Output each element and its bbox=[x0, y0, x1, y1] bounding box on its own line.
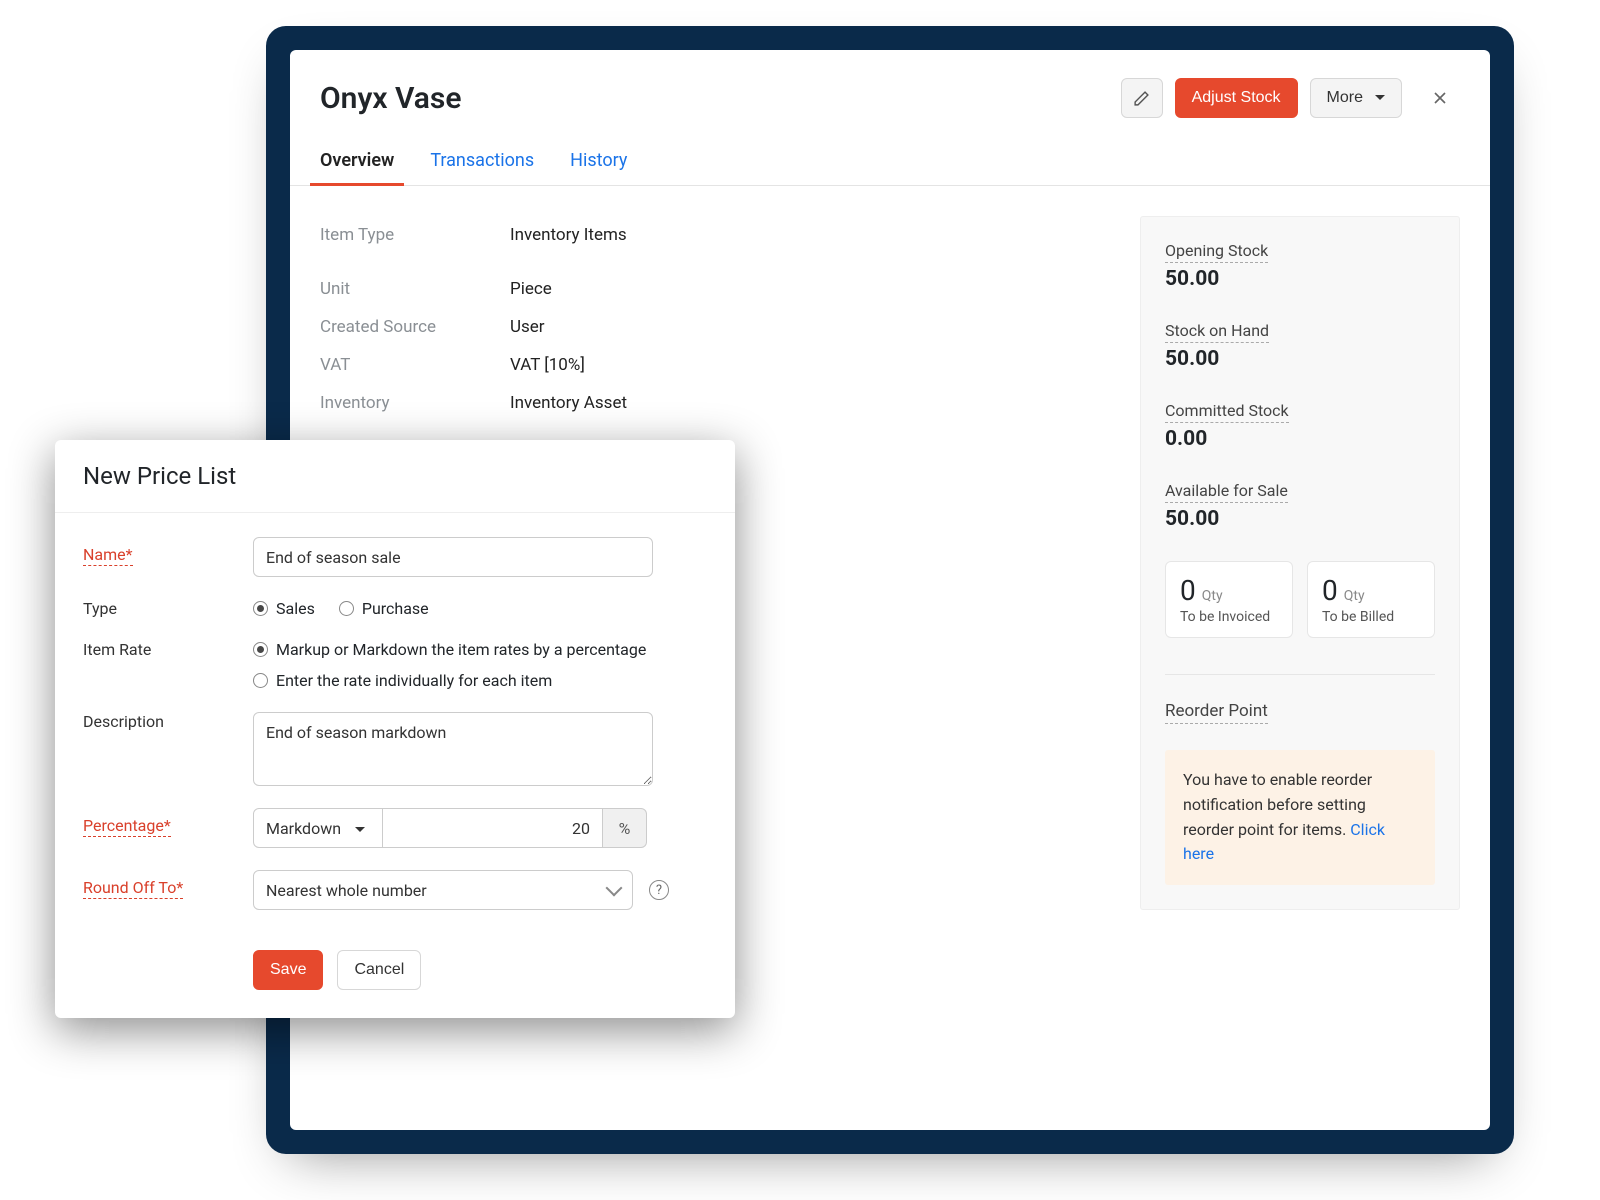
page-title: Onyx Vase bbox=[320, 81, 1109, 116]
description-textarea[interactable] bbox=[253, 712, 653, 786]
form-row-name: Name* bbox=[83, 537, 707, 577]
detail-value: User bbox=[510, 317, 545, 337]
detail-label: Unit bbox=[320, 279, 510, 299]
percentage-input[interactable] bbox=[383, 808, 603, 848]
reorder-notice-text: You have to enable reorder notification … bbox=[1183, 770, 1372, 839]
stock-label: Committed Stock bbox=[1165, 401, 1289, 423]
qty-unit: Qty bbox=[1344, 588, 1365, 604]
round-off-value: Nearest whole number bbox=[266, 881, 427, 900]
name-label: Name* bbox=[83, 545, 133, 566]
form-row-round-off: Round Off To* Nearest whole number ? bbox=[83, 870, 707, 910]
more-button[interactable]: More bbox=[1310, 78, 1402, 118]
reorder-notice: You have to enable reorder notification … bbox=[1165, 750, 1435, 885]
modal-body: Name* Type Sales Purchase bbox=[55, 513, 735, 940]
form-row-description: Description bbox=[83, 712, 707, 786]
detail-value: Piece bbox=[510, 279, 552, 299]
save-button[interactable]: Save bbox=[253, 950, 323, 990]
close-icon bbox=[1430, 88, 1450, 108]
stock-value: 50.00 bbox=[1165, 267, 1435, 291]
item-rate-label: Item Rate bbox=[83, 632, 151, 659]
round-off-select[interactable]: Nearest whole number bbox=[253, 870, 633, 910]
stock-column: Opening Stock 50.00 Stock on Hand 50.00 … bbox=[1140, 216, 1460, 910]
detail-row-item-type: Item Type Inventory Items bbox=[320, 216, 1110, 254]
close-button[interactable] bbox=[1420, 78, 1460, 118]
stock-value: 0.00 bbox=[1165, 427, 1435, 451]
detail-label: Inventory bbox=[320, 393, 510, 413]
round-off-label: Round Off To* bbox=[83, 878, 183, 899]
type-radio-purchase[interactable]: Purchase bbox=[339, 599, 429, 618]
detail-row-vat: VAT VAT [10%] bbox=[320, 346, 1110, 384]
stock-panel: Opening Stock 50.00 Stock on Hand 50.00 … bbox=[1140, 216, 1460, 910]
detail-label: Item Type bbox=[320, 225, 510, 245]
reorder-section: Reorder Point You have to enable reorder… bbox=[1165, 674, 1435, 885]
chevron-down-icon bbox=[606, 880, 623, 897]
qty-unit: Qty bbox=[1202, 588, 1223, 604]
stock-available: Available for Sale 50.00 bbox=[1165, 481, 1435, 531]
help-icon[interactable]: ? bbox=[649, 880, 669, 900]
qty-card-billed: 0 Qty To be Billed bbox=[1307, 561, 1435, 638]
stock-committed: Committed Stock 0.00 bbox=[1165, 401, 1435, 451]
qty-sublabel: To be Billed bbox=[1322, 609, 1420, 625]
form-row-item-rate: Item Rate Markup or Markdown the item ra… bbox=[83, 640, 707, 690]
cancel-button[interactable]: Cancel bbox=[337, 950, 421, 990]
radio-label: Sales bbox=[276, 599, 315, 618]
chevron-down-icon bbox=[349, 819, 365, 838]
form-row-type: Type Sales Purchase bbox=[83, 599, 707, 618]
qty-card-invoiced: 0 Qty To be Invoiced bbox=[1165, 561, 1293, 638]
percentage-mode-value: Markdown bbox=[266, 819, 341, 838]
reorder-title: Reorder Point bbox=[1165, 701, 1268, 724]
modal-title: New Price List bbox=[55, 440, 735, 513]
stock-label: Available for Sale bbox=[1165, 481, 1288, 503]
type-label: Type bbox=[83, 591, 117, 618]
stock-label: Opening Stock bbox=[1165, 241, 1268, 263]
type-radio-group: Sales Purchase bbox=[253, 599, 429, 618]
detail-value: Inventory Asset bbox=[510, 393, 627, 413]
detail-row-inventory: Inventory Inventory Asset bbox=[320, 384, 1110, 422]
detail-value: Inventory Items bbox=[510, 225, 627, 245]
qty-sublabel: To be Invoiced bbox=[1180, 609, 1278, 625]
tab-history[interactable]: History bbox=[570, 136, 627, 185]
radio-icon bbox=[339, 601, 354, 616]
type-radio-sales[interactable]: Sales bbox=[253, 599, 315, 618]
item-rate-radio-percentage[interactable]: Markup or Markdown the item rates by a p… bbox=[253, 640, 646, 659]
stock-label: Stock on Hand bbox=[1165, 321, 1269, 343]
item-header: Onyx Vase Adjust Stock More bbox=[290, 50, 1490, 136]
stock-value: 50.00 bbox=[1165, 347, 1435, 371]
tab-overview[interactable]: Overview bbox=[320, 136, 394, 185]
new-price-list-modal: New Price List Name* Type Sales Purchase bbox=[55, 440, 735, 1018]
tabs: Overview Transactions History bbox=[290, 136, 1490, 186]
detail-label: VAT bbox=[320, 355, 510, 375]
name-input[interactable] bbox=[253, 537, 653, 577]
percentage-label: Percentage* bbox=[83, 816, 171, 837]
adjust-stock-button[interactable]: Adjust Stock bbox=[1175, 78, 1298, 118]
stock-on-hand: Stock on Hand 50.00 bbox=[1165, 321, 1435, 371]
description-label: Description bbox=[83, 704, 164, 731]
qty-number: 0 bbox=[1180, 574, 1196, 607]
qty-cards: 0 Qty To be Invoiced 0 Qty To be Billed bbox=[1165, 561, 1435, 638]
chevron-down-icon bbox=[1369, 89, 1385, 107]
item-rate-radio-group: Markup or Markdown the item rates by a p… bbox=[253, 640, 646, 690]
item-rate-radio-individual[interactable]: Enter the rate individually for each ite… bbox=[253, 671, 646, 690]
radio-icon bbox=[253, 673, 268, 688]
pencil-icon bbox=[1133, 90, 1150, 107]
detail-row-source: Created Source User bbox=[320, 308, 1110, 346]
detail-label: Created Source bbox=[320, 317, 510, 337]
radio-label: Purchase bbox=[362, 599, 429, 618]
stock-value: 50.00 bbox=[1165, 507, 1435, 531]
stock-opening: Opening Stock 50.00 bbox=[1165, 241, 1435, 291]
modal-footer: Save Cancel bbox=[55, 940, 735, 1018]
percentage-mode-select[interactable]: Markdown bbox=[253, 808, 383, 848]
radio-icon bbox=[253, 601, 268, 616]
radio-icon bbox=[253, 642, 268, 657]
form-row-percentage: Percentage* Markdown % bbox=[83, 808, 707, 848]
edit-button[interactable] bbox=[1121, 78, 1163, 118]
radio-label: Markup or Markdown the item rates by a p… bbox=[276, 640, 646, 659]
qty-number: 0 bbox=[1322, 574, 1338, 607]
more-label: More bbox=[1327, 89, 1363, 107]
tab-transactions[interactable]: Transactions bbox=[430, 136, 534, 185]
detail-row-unit: Unit Piece bbox=[320, 270, 1110, 308]
radio-label: Enter the rate individually for each ite… bbox=[276, 671, 552, 690]
percentage-suffix: % bbox=[603, 808, 647, 848]
detail-value: VAT [10%] bbox=[510, 355, 585, 375]
